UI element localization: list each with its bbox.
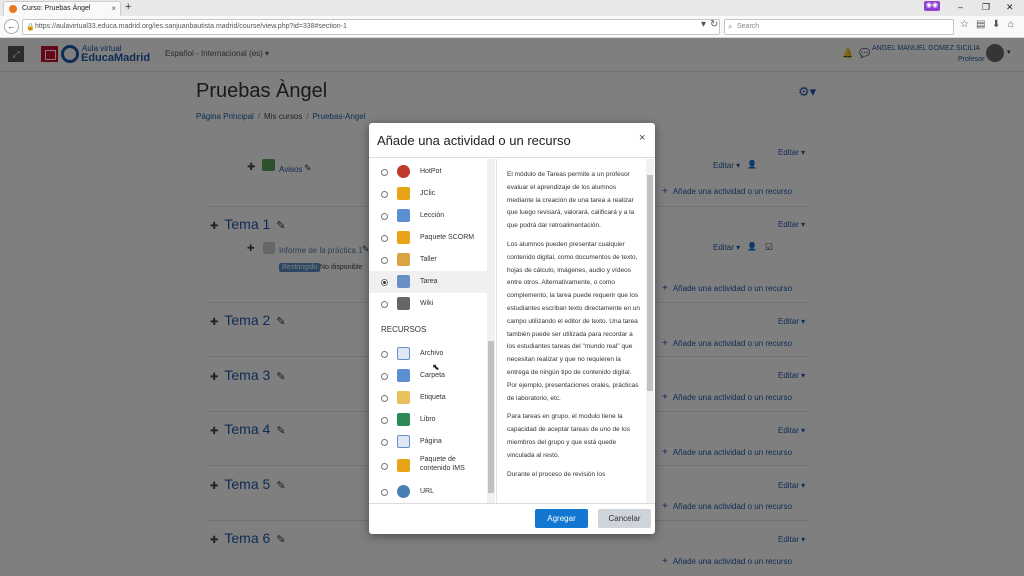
- close-icon[interactable]: ×: [639, 132, 645, 144]
- search-icon: ⌕: [728, 22, 733, 31]
- book-icon: [397, 413, 410, 426]
- library-icon[interactable]: ▤: [976, 19, 985, 30]
- option-hotpot[interactable]: HotPot: [369, 161, 487, 183]
- add-button[interactable]: Agregar: [535, 509, 588, 528]
- private-mask-icon: ◉◉: [924, 1, 940, 11]
- jclic-icon: [397, 187, 410, 200]
- hotpot-icon: [397, 165, 410, 178]
- option-carpeta[interactable]: Carpeta: [369, 365, 487, 387]
- url-text: https://aulavirtual33.educa.madrid.org/i…: [35, 23, 347, 30]
- tab-close-icon[interactable]: ×: [111, 2, 116, 15]
- new-tab-button[interactable]: +: [125, 0, 131, 15]
- module-description: El módulo de Tareas permite a un profeso…: [507, 169, 641, 501]
- radio-leccion[interactable]: [381, 213, 388, 220]
- tab-title: Curso: Pruebas Àngel: [22, 5, 91, 12]
- description-paragraph: Los alumnos pueden presentar cualquier c…: [507, 240, 640, 402]
- option-taller[interactable]: Taller: [369, 249, 487, 271]
- maximize-button[interactable]: ❐: [982, 0, 990, 14]
- page-icon: [397, 435, 410, 448]
- lesson-icon: [397, 209, 410, 222]
- dropdown-icon[interactable]: ▾: [701, 19, 706, 30]
- options-scrollbar-thumb[interactable]: [488, 341, 494, 493]
- resources-heading: RECURSOS: [381, 325, 427, 334]
- option-libro[interactable]: Libro: [369, 409, 487, 431]
- description-scrollbar-thumb[interactable]: [647, 175, 653, 391]
- option-tarea[interactable]: Tarea: [369, 271, 487, 293]
- dialog-footer-divider: [369, 503, 655, 504]
- option-jclic[interactable]: JClic: [369, 183, 487, 205]
- radio-archivo[interactable]: [381, 351, 388, 358]
- dialog-column-divider: [496, 159, 497, 503]
- browser-tabbar: Curso: Pruebas Àngel × + ◉◉ – ❐ ✕: [0, 0, 1024, 16]
- option-url[interactable]: URL: [369, 481, 487, 503]
- label-icon: [397, 391, 410, 404]
- option-etiqueta[interactable]: Etiqueta: [369, 387, 487, 409]
- chooser-options-list: HotPot JClic Lección Paquete SCORM Talle…: [369, 159, 496, 503]
- radio-hotpot[interactable]: [381, 169, 388, 176]
- radio-carpeta[interactable]: [381, 373, 388, 380]
- home-icon[interactable]: ⌂: [1008, 19, 1014, 30]
- option-pagina[interactable]: Página: [369, 431, 487, 453]
- cancel-button[interactable]: Cancelar: [598, 509, 651, 528]
- dialog-title: Añade una actividad o un recurso: [377, 133, 571, 148]
- description-paragraph: El módulo de Tareas permite a un profeso…: [507, 171, 635, 230]
- download-icon[interactable]: ⬇: [992, 19, 1000, 30]
- lock-icon: 🔒: [26, 24, 35, 31]
- reload-icon[interactable]: ↻: [710, 19, 718, 30]
- url-bar[interactable]: 🔒 https://aulavirtual33.educa.madrid.org…: [22, 19, 720, 35]
- option-leccion[interactable]: Lección: [369, 205, 487, 227]
- scorm-icon: [397, 231, 410, 244]
- folder-icon: [397, 369, 410, 382]
- radio-url[interactable]: [381, 489, 388, 496]
- radio-wiki[interactable]: [381, 301, 388, 308]
- moodle-favicon-icon: [9, 5, 17, 13]
- browser-tab[interactable]: Curso: Pruebas Àngel ×: [3, 1, 121, 16]
- window-close-button[interactable]: ✕: [1006, 0, 1014, 14]
- bookmark-star-icon[interactable]: ☆: [960, 19, 969, 30]
- radio-ims[interactable]: [381, 463, 388, 470]
- wiki-icon: [397, 297, 410, 310]
- search-input[interactable]: ⌕ Search: [724, 19, 954, 35]
- workshop-icon: [397, 253, 410, 266]
- assignment-icon: [397, 275, 410, 288]
- radio-scorm[interactable]: [381, 235, 388, 242]
- radio-etiqueta[interactable]: [381, 395, 388, 402]
- back-button[interactable]: ←: [4, 19, 19, 34]
- radio-taller[interactable]: [381, 257, 388, 264]
- option-archivo[interactable]: Archivo: [369, 343, 487, 365]
- browser-navbar: ← 🔒 https://aulavirtual33.educa.madrid.o…: [0, 16, 1024, 38]
- add-activity-dialog: Añade una actividad o un recurso × HotPo…: [369, 123, 655, 534]
- search-placeholder: Search: [737, 23, 760, 30]
- radio-jclic[interactable]: [381, 191, 388, 198]
- ims-icon: [397, 459, 410, 472]
- description-paragraph: Para tareas en grupo, el modulo tiene la…: [507, 413, 630, 459]
- option-wiki[interactable]: Wiki: [369, 293, 487, 315]
- radio-tarea[interactable]: [381, 279, 388, 286]
- file-icon: [397, 347, 410, 360]
- url-icon: [397, 485, 410, 498]
- minimize-button[interactable]: –: [958, 0, 963, 14]
- mouse-cursor-icon: ⬉: [432, 362, 440, 372]
- description-paragraph: Durante el proceso de revisión los: [507, 470, 606, 478]
- dialog-header-divider: [369, 157, 655, 158]
- radio-pagina[interactable]: [381, 439, 388, 446]
- option-scorm[interactable]: Paquete SCORM: [369, 227, 487, 249]
- radio-libro[interactable]: [381, 417, 388, 424]
- option-ims[interactable]: Paquete de contenido IMS: [369, 453, 487, 479]
